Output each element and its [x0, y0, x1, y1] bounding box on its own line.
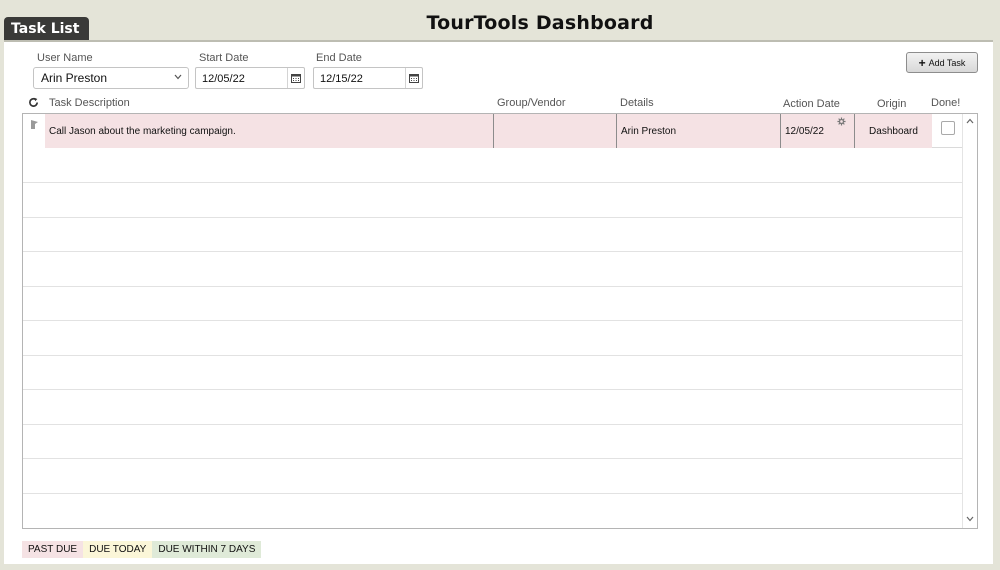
row-divider [23, 217, 963, 218]
action-date-value: 12/05/22 [785, 125, 824, 137]
calendar-icon[interactable] [405, 68, 422, 88]
add-task-button[interactable]: + Add Task [906, 52, 978, 73]
end-date-value: 12/15/22 [320, 73, 363, 85]
row-divider [23, 424, 963, 425]
end-date-field[interactable]: 12/15/22 [313, 67, 423, 89]
chevron-down-icon[interactable] [965, 515, 975, 525]
calendar-icon[interactable] [287, 68, 304, 88]
end-date-label: End Date [316, 52, 362, 64]
row-divider [23, 320, 963, 321]
task-description-cell[interactable]: Call Jason about the marketing campaign. [45, 114, 494, 148]
done-checkbox[interactable] [940, 121, 955, 135]
row-divider [23, 355, 963, 356]
plus-icon: + [918, 55, 926, 70]
legend-due-today: DUE TODAY [83, 541, 153, 558]
action-date-cell[interactable]: 12/05/22 [781, 114, 855, 148]
vertical-scrollbar[interactable] [962, 114, 977, 528]
flag-icon[interactable] [23, 114, 45, 148]
task-list-panel: User Name Arin Preston Start Date 12/05/… [4, 40, 993, 564]
origin-cell[interactable]: Dashboard [855, 114, 932, 148]
row-divider [23, 286, 963, 287]
table-row[interactable]: Call Jason about the marketing campaign.… [23, 114, 963, 148]
col-group-vendor[interactable]: Group/Vendor [497, 97, 566, 109]
gear-icon[interactable] [837, 117, 846, 129]
col-done[interactable]: Done! [931, 97, 960, 109]
start-date-value: 12/05/22 [202, 73, 245, 85]
col-details[interactable]: Details [620, 97, 654, 109]
add-task-label: Add Task [928, 57, 966, 68]
row-divider [23, 493, 963, 494]
app-title: TourTools Dashboard [426, 12, 654, 34]
row-divider [23, 458, 963, 459]
details-cell[interactable]: Arin Preston [617, 114, 781, 148]
col-task-description[interactable]: Task Description [49, 97, 130, 109]
user-name-select[interactable]: Arin Preston [33, 67, 189, 89]
start-date-field[interactable]: 12/05/22 [195, 67, 305, 89]
tab-task-list[interactable]: Task List [4, 17, 89, 41]
col-action-date[interactable]: Action Date [783, 98, 840, 110]
legend-due-within-7-days: DUE WITHIN 7 DAYS [152, 541, 262, 558]
chevron-up-icon[interactable] [965, 117, 975, 127]
task-grid: Call Jason about the marketing campaign.… [22, 113, 978, 529]
legend-past-due: PAST DUE [22, 541, 84, 558]
row-divider [23, 251, 963, 252]
row-divider [23, 389, 963, 390]
user-name-label: User Name [37, 52, 93, 64]
status-legend: PAST DUE DUE TODAY DUE WITHIN 7 DAYS [22, 541, 262, 558]
start-date-label: Start Date [199, 52, 249, 64]
row-divider [23, 182, 963, 183]
col-origin[interactable]: Origin [877, 98, 906, 110]
user-name-value: Arin Preston [41, 71, 108, 85]
chevron-down-icon [174, 72, 182, 82]
done-cell [932, 114, 963, 148]
refresh-icon[interactable] [28, 96, 39, 111]
group-vendor-cell[interactable] [494, 114, 617, 148]
